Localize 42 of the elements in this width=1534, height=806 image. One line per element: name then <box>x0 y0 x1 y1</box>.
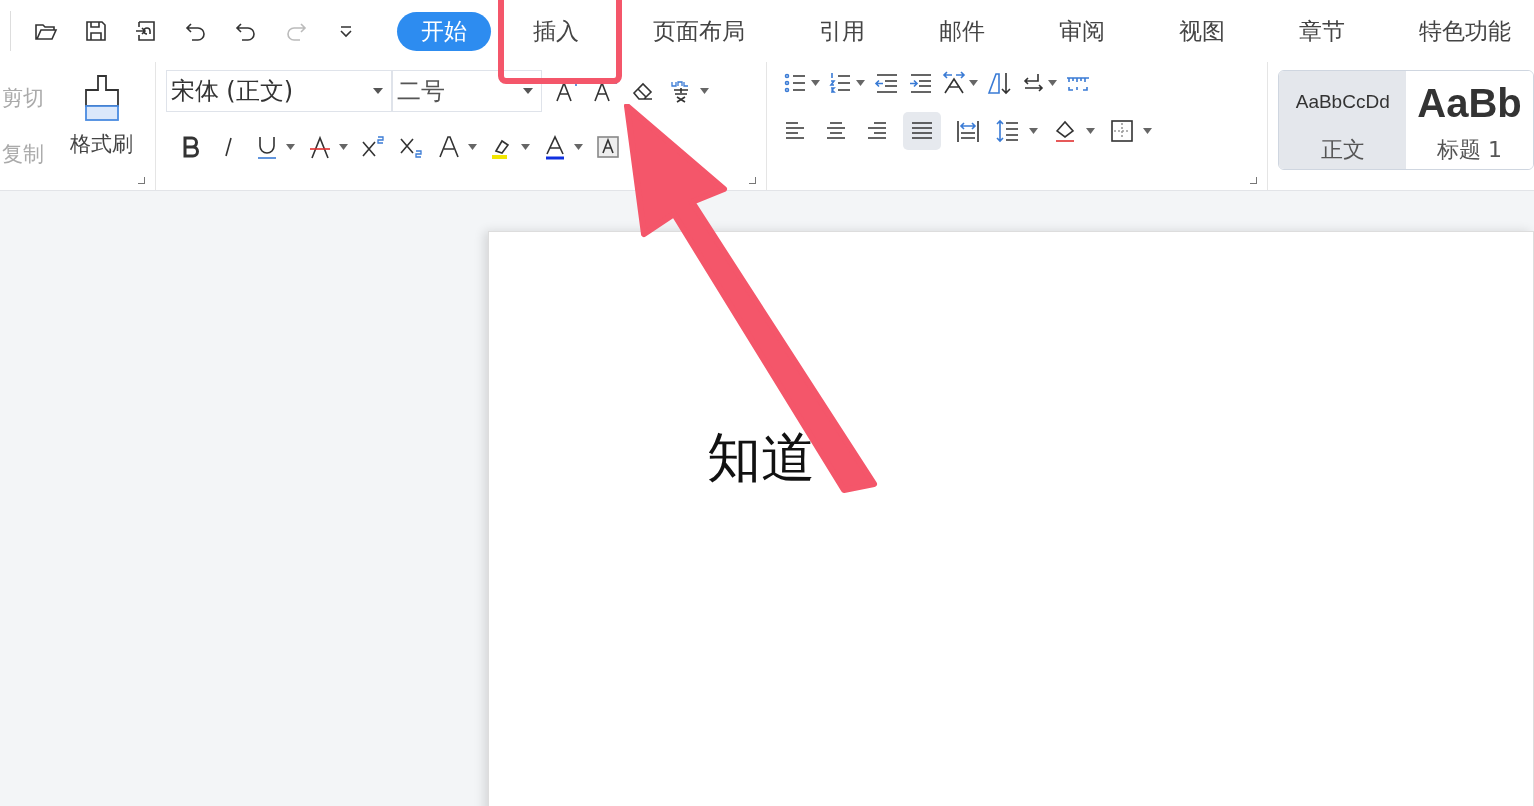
caret-icon[interactable] <box>1048 80 1058 86</box>
justify-icon[interactable] <box>903 112 942 150</box>
ribbon-tab[interactable]: 视图 <box>1149 11 1255 51</box>
caret-icon[interactable] <box>573 144 583 150</box>
style-sample: AaBb <box>1417 81 1522 126</box>
ribbon-tab[interactable]: 页面布局 <box>623 11 775 51</box>
caret-icon[interactable] <box>372 88 383 94</box>
caret-icon[interactable] <box>969 80 979 86</box>
ribbon-tab[interactable]: 审阅 <box>1029 11 1135 51</box>
format-painter-button[interactable]: 格式刷 <box>70 130 133 158</box>
style-name: 正文 <box>1320 136 1365 164</box>
borders-icon[interactable] <box>1109 118 1136 144</box>
distributed-icon[interactable] <box>955 118 982 144</box>
caret-icon[interactable] <box>1029 128 1039 134</box>
caret-icon[interactable] <box>522 88 533 94</box>
ribbon-tab[interactable]: 特色功能 <box>1389 11 1534 51</box>
caret-icon[interactable] <box>856 80 866 86</box>
caret-icon[interactable] <box>338 144 348 150</box>
dialog-launcher-icon[interactable] <box>749 177 757 184</box>
style-sample: AaBbCcDd <box>1295 91 1390 113</box>
ribbon-tab[interactable]: 邮件 <box>909 11 1015 51</box>
character-border-icon[interactable] <box>594 134 621 160</box>
dialog-launcher-icon[interactable] <box>1250 177 1258 184</box>
document-text: 知道 <box>707 425 815 491</box>
caret-icon[interactable] <box>699 88 709 94</box>
style-name: 标题 1 <box>1437 136 1503 164</box>
sort-icon[interactable] <box>986 70 1013 96</box>
ribbon-tab[interactable]: 插入 <box>503 11 609 51</box>
font-family-dropdown[interactable]: 宋体 (正文) <box>165 70 392 112</box>
save-icon[interactable] <box>83 18 109 44</box>
style-option[interactable]: AaBbCcDd 正文 <box>1279 71 1407 169</box>
font-size-dropdown[interactable]: 二号 <box>391 70 542 112</box>
caret-icon[interactable] <box>811 80 821 86</box>
chinese-layout-icon[interactable] <box>941 70 968 96</box>
ribbon-tab[interactable]: 引用 <box>789 11 895 51</box>
caret-icon[interactable] <box>520 144 530 150</box>
ribbon-tab[interactable]: 章节 <box>1269 11 1375 51</box>
caret-icon[interactable] <box>285 144 295 150</box>
caret-icon[interactable] <box>467 144 477 150</box>
dialog-launcher-icon[interactable] <box>137 177 145 184</box>
caret-icon[interactable] <box>1086 128 1096 134</box>
caret-icon[interactable] <box>1143 128 1153 134</box>
